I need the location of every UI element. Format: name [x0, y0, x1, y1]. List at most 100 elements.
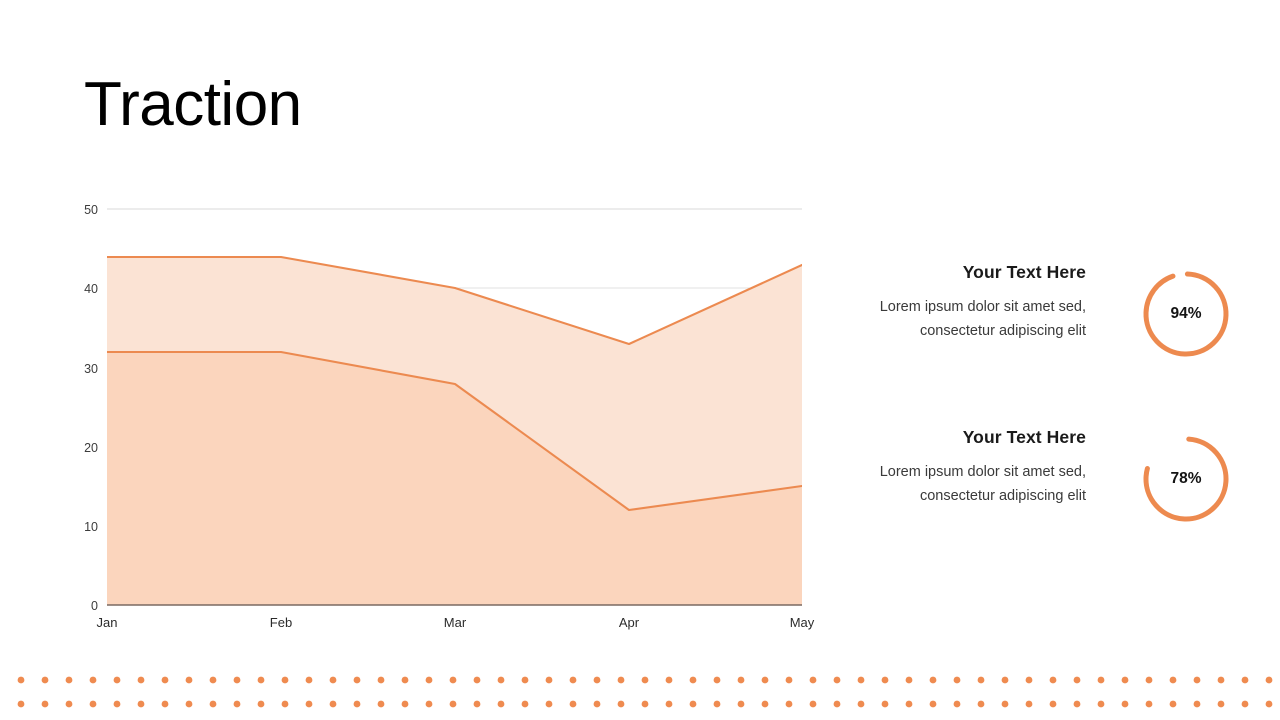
- decorative-dot: [785, 700, 793, 708]
- decorative-dot: [881, 700, 889, 708]
- decorative-dot: [857, 676, 865, 684]
- decorative-dot: [257, 676, 265, 684]
- decorative-dot: [353, 676, 361, 684]
- decorative-dot: [1241, 676, 1249, 684]
- decorative-dot: [857, 700, 865, 708]
- gauge-94: 94%: [1140, 268, 1232, 360]
- decorative-dot: [17, 700, 25, 708]
- decorative-dot: [209, 700, 217, 708]
- y-tick-0: 0: [91, 599, 98, 613]
- decorative-dot: [1097, 676, 1105, 684]
- decorative-dot: [1169, 676, 1177, 684]
- decorative-dot: [1001, 700, 1009, 708]
- decorative-dot: [713, 676, 721, 684]
- decorative-dot: [1097, 700, 1105, 708]
- decorative-dot: [809, 676, 817, 684]
- decorative-dot: [329, 700, 337, 708]
- decorative-dot: [1073, 700, 1081, 708]
- decorative-dot: [17, 676, 25, 684]
- decorative-dot: [1073, 676, 1081, 684]
- decorative-dot: [953, 700, 961, 708]
- decorative-dot: [641, 700, 649, 708]
- y-tick-40: 40: [84, 282, 98, 296]
- decorative-dot: [449, 700, 457, 708]
- decorative-dot: [833, 676, 841, 684]
- stat-row-1: Your Text Here Lorem ipsum dolor sit ame…: [838, 262, 1238, 412]
- decorative-dot: [569, 700, 577, 708]
- decorative-dot: [473, 700, 481, 708]
- decorative-dot: [929, 700, 937, 708]
- decorative-dot: [593, 676, 601, 684]
- decorative-dot: [545, 700, 553, 708]
- decorative-dot: [233, 676, 241, 684]
- decorative-dot: [497, 700, 505, 708]
- decorative-dot: [617, 676, 625, 684]
- decorative-dot: [473, 676, 481, 684]
- decorative-dot: [905, 676, 913, 684]
- decorative-dot: [761, 676, 769, 684]
- decorative-dot: [1217, 700, 1225, 708]
- y-tick-10: 10: [84, 520, 98, 534]
- decorative-dot: [1241, 700, 1249, 708]
- decorative-dot: [1217, 676, 1225, 684]
- chart-canvas: 50 40 30 20 10 0 Jan Feb Mar Apr May: [84, 203, 815, 630]
- decorative-dot: [89, 700, 97, 708]
- decorative-dot: [233, 700, 241, 708]
- decorative-dot: [65, 700, 73, 708]
- decorative-dot: [41, 676, 49, 684]
- decorative-dot: [977, 676, 985, 684]
- decorative-dot: [1265, 676, 1273, 684]
- decorative-dot: [449, 676, 457, 684]
- decorative-dot: [569, 676, 577, 684]
- x-tick-feb: Feb: [270, 615, 292, 630]
- decorative-dot: [257, 700, 265, 708]
- decorative-dot: [305, 700, 313, 708]
- decorative-dot: [65, 676, 73, 684]
- stat-row-2: Your Text Here Lorem ipsum dolor sit ame…: [838, 427, 1238, 577]
- decorative-dot: [1145, 676, 1153, 684]
- decorative-dot: [929, 676, 937, 684]
- gauge-78: 78%: [1140, 433, 1232, 525]
- decorative-dot: [521, 700, 529, 708]
- decorative-dot: [137, 700, 145, 708]
- decorative-dot: [881, 676, 889, 684]
- gauge-value-94: 94%: [1170, 305, 1202, 322]
- decorative-dot: [113, 676, 121, 684]
- decorative-dot: [761, 700, 769, 708]
- decorative-dot: [665, 700, 673, 708]
- traction-area-chart: 50 40 30 20 10 0 Jan Feb Mar Apr May: [0, 180, 840, 640]
- x-tick-mar: Mar: [444, 615, 467, 630]
- dot-grid: [17, 676, 1273, 708]
- decorative-dot: [209, 676, 217, 684]
- decorative-dot: [185, 676, 193, 684]
- decorative-dot: [137, 676, 145, 684]
- decorative-dot: [905, 700, 913, 708]
- decorative-dot: [425, 700, 433, 708]
- stat-body-line2-1: consectetur adipiscing elit: [919, 322, 1086, 339]
- decorative-dot: [617, 700, 625, 708]
- decorative-dot: [377, 676, 385, 684]
- decorative-dot: [1121, 676, 1129, 684]
- decorative-dot: [401, 700, 409, 708]
- x-tick-apr: Apr: [619, 615, 640, 630]
- stat-heading-2: Your Text Here: [962, 427, 1086, 447]
- decorative-dot: [689, 676, 697, 684]
- decorative-dot: [377, 700, 385, 708]
- decorative-dot: [305, 676, 313, 684]
- decorative-dot: [497, 676, 505, 684]
- decorative-dot: [737, 676, 745, 684]
- decorative-dot: [665, 676, 673, 684]
- decorative-dot: [713, 700, 721, 708]
- y-tick-30: 30: [84, 362, 98, 376]
- decorative-dot: [1001, 676, 1009, 684]
- decorative-dot: [521, 676, 529, 684]
- decorative-dot: [1145, 700, 1153, 708]
- decorative-dot: [833, 700, 841, 708]
- decorative-dot: [1025, 676, 1033, 684]
- decorative-dot: [785, 676, 793, 684]
- decorative-dot: [689, 700, 697, 708]
- decorative-dot: [1121, 700, 1129, 708]
- gauge-value-78: 78%: [1170, 470, 1202, 487]
- decorative-dot: [185, 700, 193, 708]
- decorative-dot: [281, 676, 289, 684]
